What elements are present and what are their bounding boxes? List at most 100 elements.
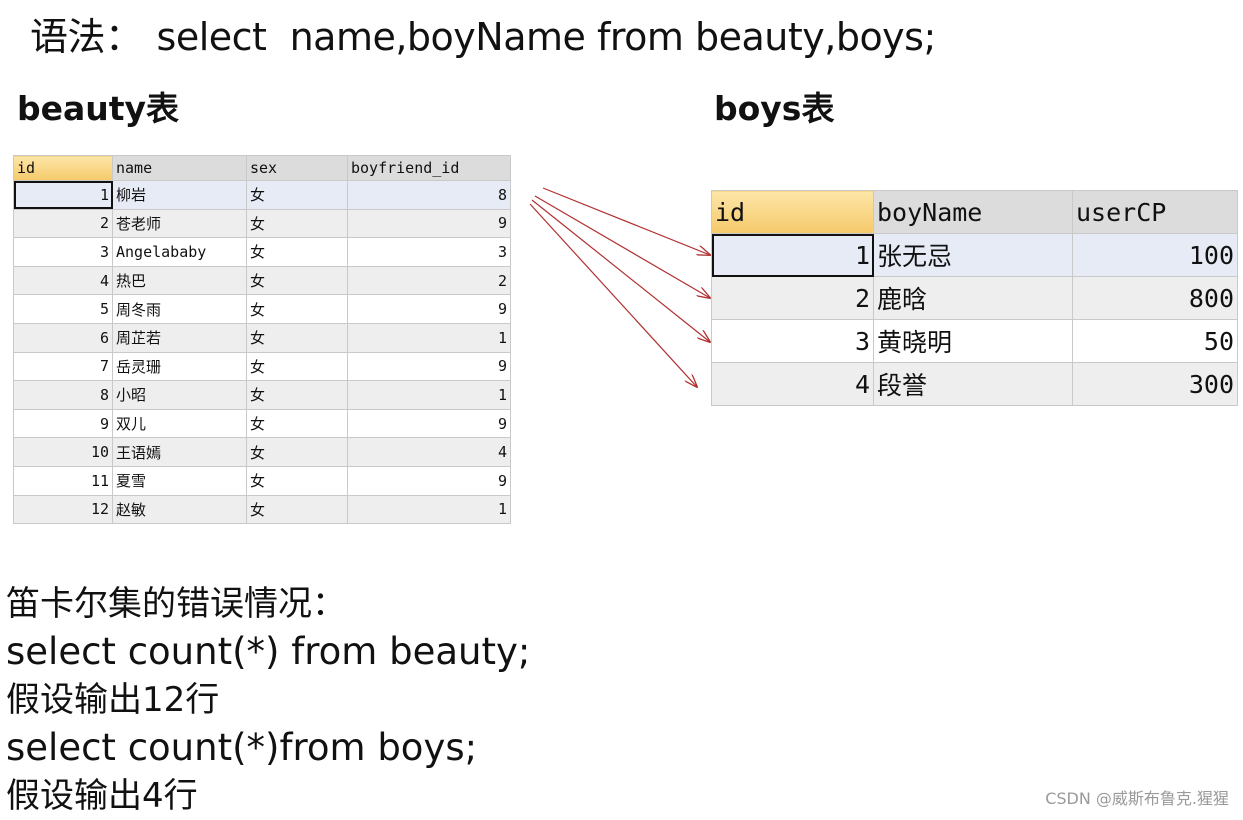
arrow-line bbox=[534, 195, 710, 298]
cell-id[interactable]: 11 bbox=[13, 465, 113, 496]
cell-sex[interactable]: 女 bbox=[246, 351, 348, 382]
cell-boyfriend-id[interactable]: 9 bbox=[347, 408, 511, 439]
col-header-id[interactable]: id bbox=[711, 190, 874, 234]
cell-usercp[interactable]: 300 bbox=[1072, 362, 1238, 406]
cell-id[interactable]: 3 bbox=[13, 237, 113, 267]
cell-boyfriend-id[interactable]: 1 bbox=[347, 322, 511, 353]
cell-id[interactable]: 2 bbox=[711, 276, 874, 320]
cell-boyfriend-id[interactable]: 2 bbox=[347, 265, 511, 296]
cell-name[interactable]: 双儿 bbox=[112, 408, 247, 439]
arrow-line bbox=[531, 199, 710, 342]
cell-name[interactable]: 周冬雨 bbox=[112, 294, 247, 324]
notes-result-2: 假设输出4行 bbox=[6, 776, 198, 816]
col-header-name[interactable]: name bbox=[112, 155, 247, 181]
table-row[interactable]: 1 张无忌 100 bbox=[711, 233, 1238, 277]
cell-usercp[interactable]: 50 bbox=[1072, 319, 1238, 363]
cell-id[interactable]: 7 bbox=[13, 351, 113, 382]
cell-id[interactable]: 8 bbox=[13, 380, 113, 410]
cell-boyname[interactable]: 鹿晗 bbox=[873, 276, 1073, 320]
cell-boyfriend-id[interactable]: 9 bbox=[347, 294, 511, 324]
table-row[interactable]: 2 鹿晗 800 bbox=[711, 276, 1238, 320]
cell-boyname[interactable]: 黄晓明 bbox=[873, 319, 1073, 363]
cell-boyname[interactable]: 段誉 bbox=[873, 362, 1073, 406]
table-row[interactable]: 3 黄晓明 50 bbox=[711, 319, 1238, 363]
arrow-line bbox=[542, 187, 710, 255]
cell-boyfriend-id[interactable]: 8 bbox=[347, 180, 511, 210]
col-header-usercp[interactable]: userCP bbox=[1072, 190, 1238, 234]
beauty-table-title: beauty表 bbox=[17, 89, 180, 128]
cell-boyfriend-id[interactable]: 4 bbox=[347, 437, 511, 467]
col-header-boyname[interactable]: boyName bbox=[873, 190, 1073, 234]
table-row[interactable]: 6 周芷若女 1 bbox=[13, 322, 511, 353]
cell-usercp[interactable]: 800 bbox=[1072, 276, 1238, 320]
cell-name[interactable]: 王语嫣 bbox=[112, 437, 247, 467]
cell-id[interactable]: 12 bbox=[13, 494, 113, 525]
cell-id[interactable]: 6 bbox=[13, 322, 113, 353]
cell-name[interactable]: 赵敏 bbox=[112, 494, 247, 525]
table-row[interactable]: 12 赵敏女 1 bbox=[13, 494, 511, 525]
cell-boyfriend-id[interactable]: 9 bbox=[347, 465, 511, 496]
table-row[interactable]: 10 王语嫣女 4 bbox=[13, 437, 511, 467]
notes-heading: 笛卡尔集的错误情况： bbox=[6, 584, 346, 624]
cell-sex[interactable]: 女 bbox=[246, 265, 348, 296]
table-row[interactable]: 5 周冬雨女 9 bbox=[13, 294, 511, 324]
cell-id[interactable]: 2 bbox=[13, 208, 113, 239]
syntax-label: 语法： bbox=[30, 15, 143, 59]
cell-id[interactable]: 4 bbox=[711, 362, 874, 406]
cell-sex[interactable]: 女 bbox=[246, 208, 348, 239]
table-row[interactable]: 4 段誉 300 bbox=[711, 362, 1238, 406]
cell-id[interactable]: 1 bbox=[13, 180, 113, 210]
arrow-line bbox=[529, 203, 697, 387]
cell-sex[interactable]: 女 bbox=[246, 322, 348, 353]
boys-table: id boyName userCP 1 张无忌 100 2 鹿晗 800 3 黄晓明 50 … bbox=[711, 190, 1238, 406]
cell-id[interactable]: 5 bbox=[13, 294, 113, 324]
cell-sex[interactable]: 女 bbox=[246, 180, 348, 210]
cell-name[interactable]: 夏雪 bbox=[112, 465, 247, 496]
cell-sex[interactable]: 女 bbox=[246, 408, 348, 439]
cell-sex[interactable]: 女 bbox=[246, 465, 348, 496]
cell-id[interactable]: 1 bbox=[711, 233, 874, 277]
beauty-header-row: id name sex boyfriend_id bbox=[13, 155, 511, 181]
cell-boyfriend-id[interactable]: 1 bbox=[347, 494, 511, 525]
cell-name[interactable]: 热巴 bbox=[112, 265, 247, 296]
col-header-sex[interactable]: sex bbox=[246, 155, 348, 181]
beauty-table: id name sex boyfriend_id 1 柳岩女 8 2 苍老师女 9 3A… bbox=[13, 155, 511, 525]
cell-boyfriend-id[interactable]: 1 bbox=[347, 380, 511, 410]
table-row[interactable]: 9 双儿女 9 bbox=[13, 408, 511, 439]
watermark: CSDN @威斯布鲁克.猩猩 bbox=[1045, 789, 1229, 808]
cell-name[interactable]: 小昭 bbox=[112, 380, 247, 410]
cell-name[interactable]: 柳岩 bbox=[112, 180, 247, 210]
cell-boyfriend-id[interactable]: 3 bbox=[347, 237, 511, 267]
table-row[interactable]: 2 苍老师女 9 bbox=[13, 208, 511, 239]
cell-boyname[interactable]: 张无忌 bbox=[873, 233, 1073, 277]
cell-boyfriend-id[interactable]: 9 bbox=[347, 351, 511, 382]
cell-name[interactable]: 岳灵珊 bbox=[112, 351, 247, 382]
cell-sex[interactable]: 女 bbox=[246, 380, 348, 410]
col-header-id[interactable]: id bbox=[13, 155, 113, 181]
table-row[interactable]: 3 Angelababy 女 3 bbox=[13, 237, 511, 267]
cell-name[interactable]: Angelababy bbox=[112, 237, 247, 267]
syntax-line: 语法： select name,boyName from beauty,boys; bbox=[30, 6, 936, 61]
notes-result-1: 假设输出12行 bbox=[6, 680, 220, 720]
cell-id[interactable]: 10 bbox=[13, 437, 113, 467]
cell-id[interactable]: 3 bbox=[711, 319, 874, 363]
col-header-boyfriend-id[interactable]: boyfriend_id bbox=[347, 155, 511, 181]
cell-name[interactable]: 苍老师 bbox=[112, 208, 247, 239]
cell-name[interactable]: 周芷若 bbox=[112, 322, 247, 353]
cell-sex[interactable]: 女 bbox=[246, 294, 348, 324]
table-row[interactable]: 7 岳灵珊女 9 bbox=[13, 351, 511, 382]
notes-sql-2: select count(*)from boys; bbox=[6, 726, 478, 769]
boys-header-row: id boyName userCP bbox=[711, 190, 1238, 234]
table-row[interactable]: 1 柳岩女 8 bbox=[13, 180, 511, 210]
cell-sex[interactable]: 女 bbox=[246, 237, 348, 267]
syntax-sql: select name,boyName from beauty,boys; bbox=[156, 15, 937, 59]
cell-boyfriend-id[interactable]: 9 bbox=[347, 208, 511, 239]
table-row[interactable]: 8 小昭女 1 bbox=[13, 380, 511, 410]
cell-id[interactable]: 4 bbox=[13, 265, 113, 296]
table-row[interactable]: 4 热巴女 2 bbox=[13, 265, 511, 296]
cell-sex[interactable]: 女 bbox=[246, 494, 348, 525]
cell-usercp[interactable]: 100 bbox=[1072, 233, 1238, 277]
table-row[interactable]: 11 夏雪女 9 bbox=[13, 465, 511, 496]
cell-id[interactable]: 9 bbox=[13, 408, 113, 439]
cell-sex[interactable]: 女 bbox=[246, 437, 348, 467]
